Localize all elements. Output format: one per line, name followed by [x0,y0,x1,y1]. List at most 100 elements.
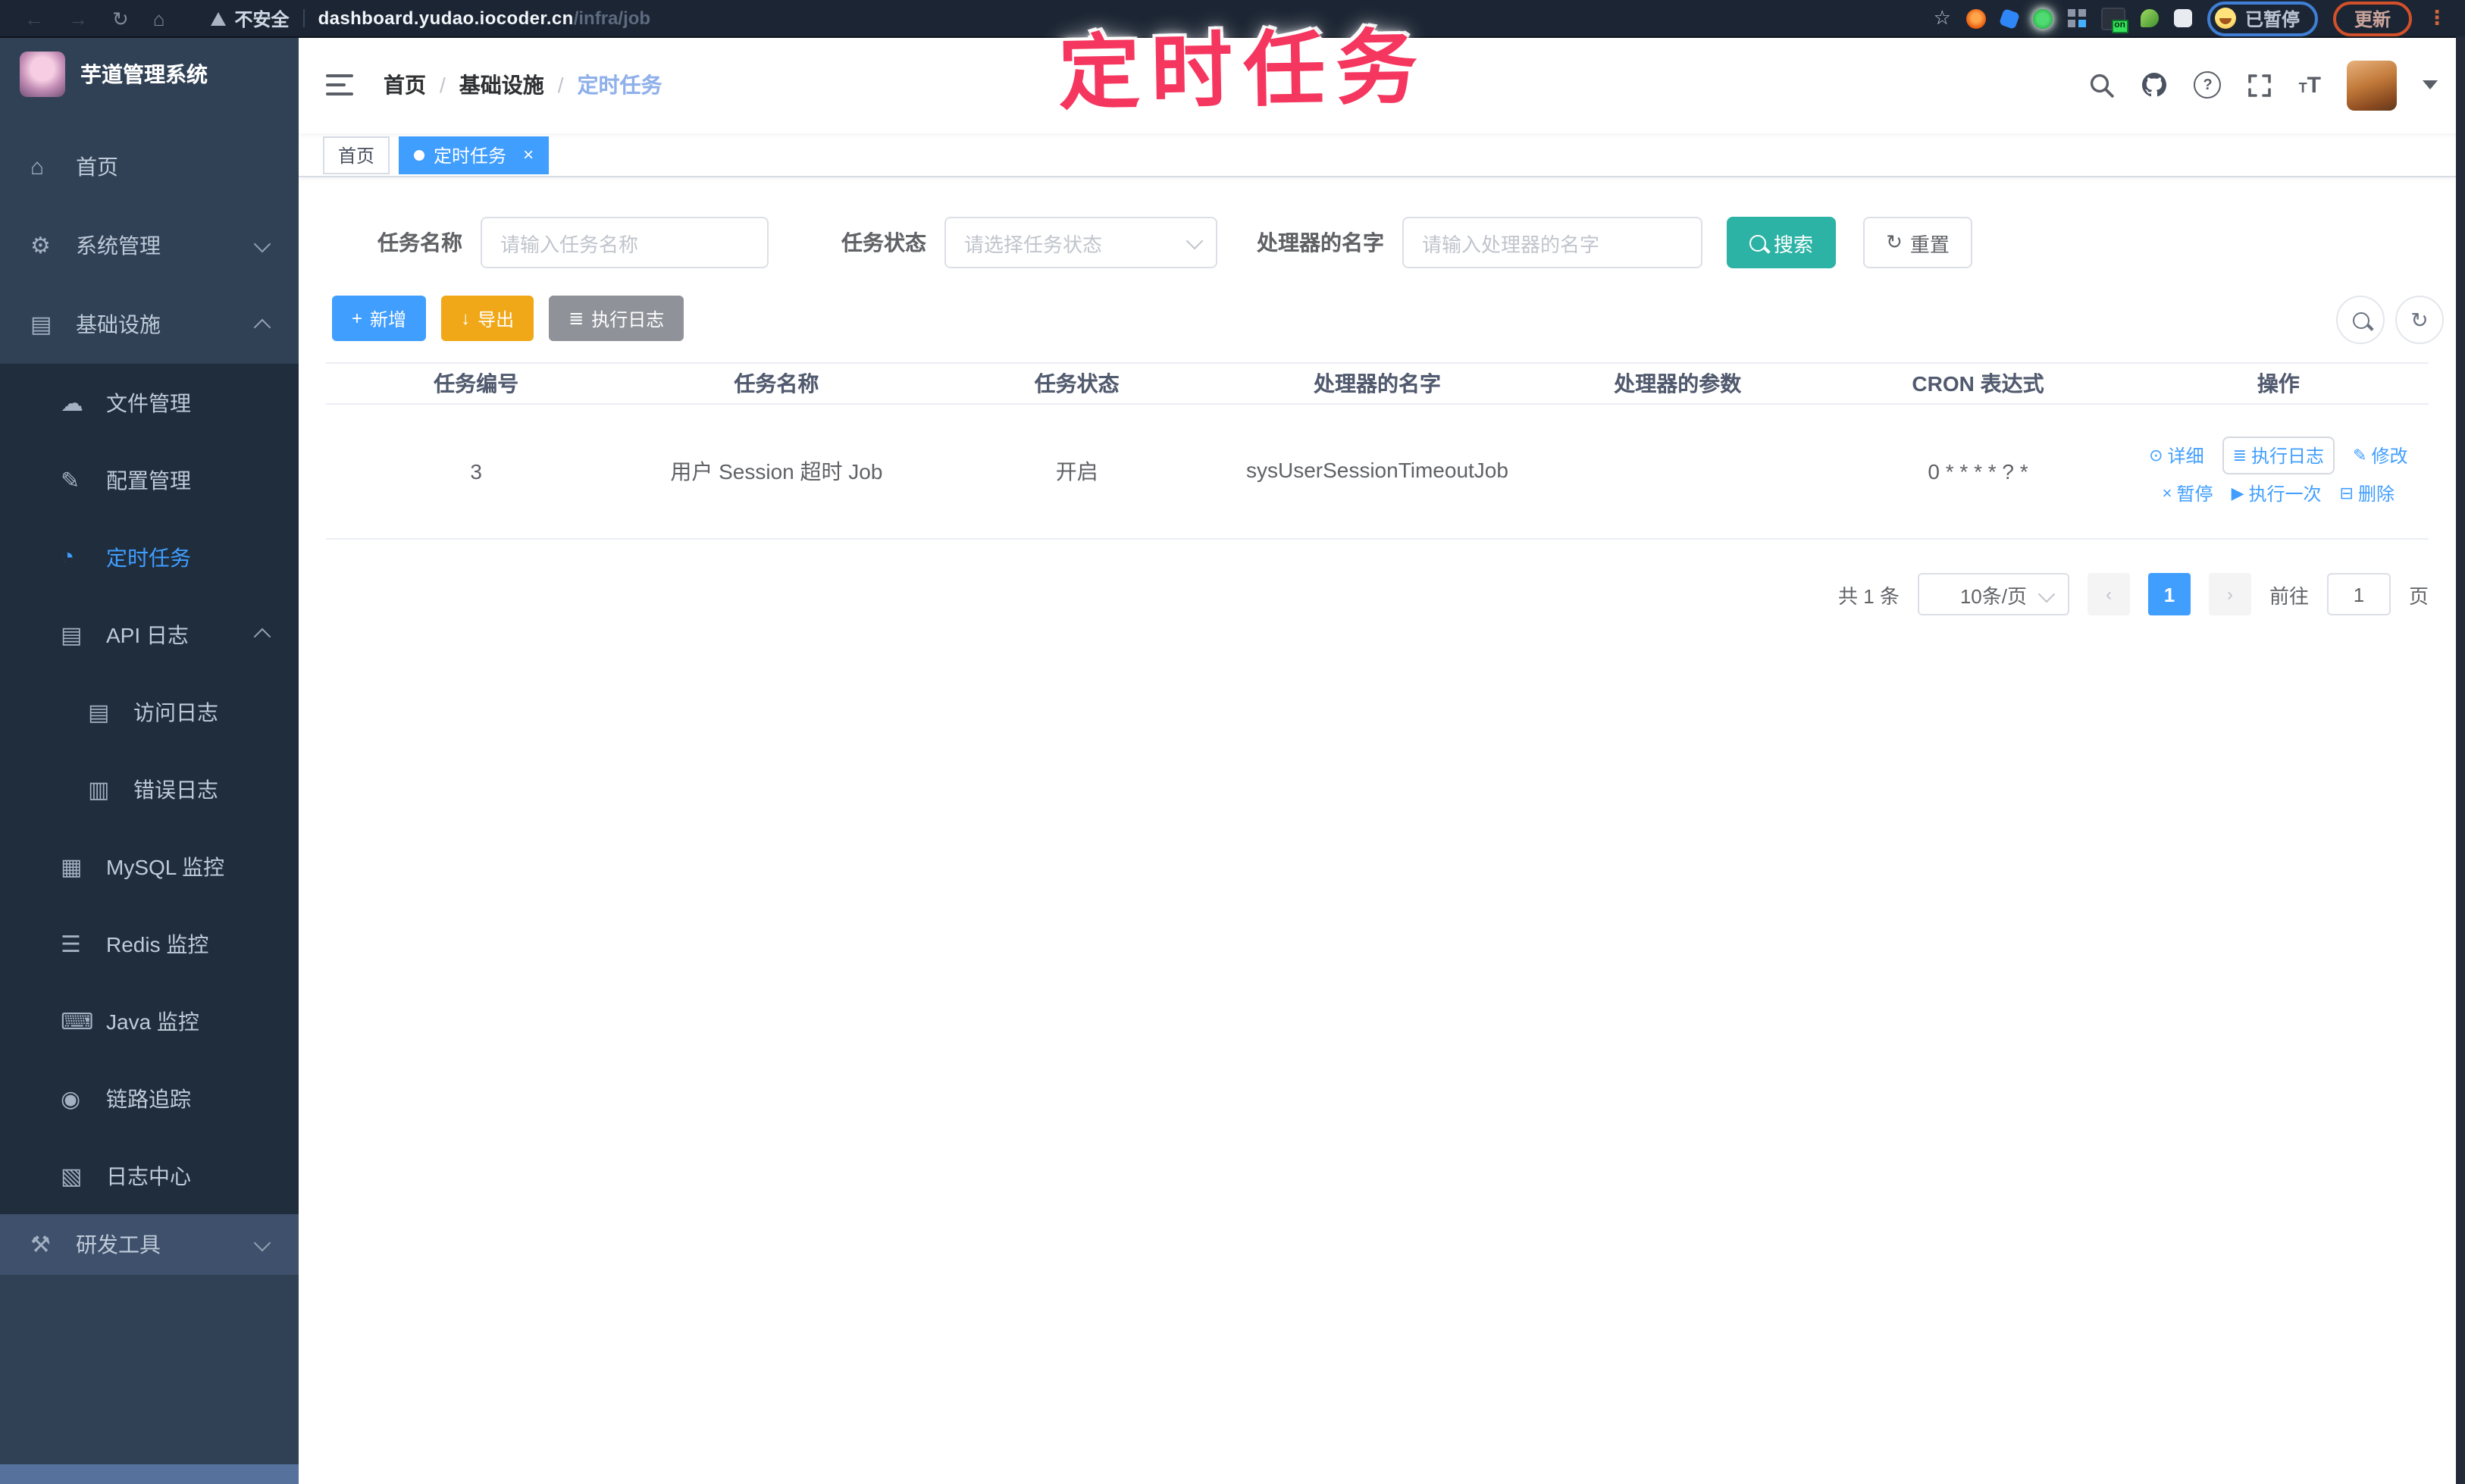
extension-orange-icon[interactable] [1965,8,1986,28]
sidebar-item-label: 研发工具 [76,1232,161,1257]
extension-green-icon[interactable] [2032,8,2053,28]
add-button[interactable]: + 新增 [332,296,427,341]
row-exec-log-link[interactable]: ≣ 执行日志 [2222,437,2335,474]
browser-back-icon[interactable]: ← [24,8,44,28]
export-button[interactable]: ↓ 导出 [441,296,534,341]
list-icon: ≣ [568,308,584,329]
search-icon[interactable] [2090,72,2116,98]
sidebar-item-redis-monitor[interactable]: ☰ Redis 监控 [0,905,299,982]
job-name-label: 任务名称 [377,230,462,255]
sidebar-collapse-icon[interactable] [326,74,353,95]
address-bar[interactable]: 不安全 dashboard.yudao.iocoder.cn/infra/job [210,5,650,31]
run-once-link[interactable]: ▶ 执行一次 [2232,481,2322,506]
pagination: 共 1 条 10条/页 ‹ 1 › 前往 页 [299,573,2429,615]
sidebar-item-api-log[interactable]: ▤ API 日志 [0,596,299,673]
user-avatar[interactable] [2347,60,2397,110]
delete-link[interactable]: ⊟ 删除 [2340,481,2395,506]
column-header: 任务名称 [734,371,819,396]
sidebar-item-mysql-monitor[interactable]: ▦ MySQL 监控 [0,828,299,905]
app-logo [20,52,65,97]
sidebar-item-java-monitor[interactable]: ⌨ Java 监控 [0,982,299,1060]
edit-icon: ✎ [61,468,80,493]
page-unit-label: 页 [2408,584,2429,607]
extension-switch-icon[interactable]: on [2100,7,2128,33]
error-log-icon: ▥ [88,777,110,803]
font-size-icon[interactable]: TT [2299,72,2321,98]
job-status-select[interactable]: 请选择任务状态 [944,217,1217,268]
detail-link[interactable]: ⊙ 详细 [2149,443,2203,468]
search-icon [1749,234,1766,251]
browser-forward-icon[interactable]: → [68,8,88,28]
sidebar-item-scheduled-jobs[interactable]: ◔ 定时任务 [0,518,299,596]
address-divider [302,9,305,27]
chevron-down-icon [2037,585,2056,603]
gear-icon: ⚙ [30,233,51,259]
extension-grid-icon[interactable] [2067,9,2086,27]
sidebar-item-label: MySQL 监控 [106,854,225,878]
fullscreen-icon[interactable] [2247,72,2273,98]
browser-menu-icon[interactable]: ⋮ [2427,6,2447,30]
extensions-puzzle-icon[interactable] [2173,9,2192,27]
browser-update-button[interactable]: 更新 [2332,1,2412,36]
sidebar-item-home[interactable]: ⌂ 首页 [0,127,299,206]
current-page-button[interactable]: 1 [2147,573,2191,615]
sidebar-logo-row[interactable]: 芋道管理系统 [0,36,299,112]
sidebar-item-system-mgmt[interactable]: ⚙ 系统管理 [0,206,299,285]
sidebar-item-label: 基础设施 [76,312,161,337]
help-icon[interactable]: ? [2194,71,2222,99]
breadcrumb-current: 定时任务 [577,73,662,97]
bookmark-star-icon[interactable]: ☆ [1934,6,1951,30]
breadcrumb-item[interactable]: 首页 [384,70,426,100]
browser-home-icon[interactable]: ⌂ [153,8,165,28]
next-page-button[interactable]: › [2208,573,2251,615]
page-size-select[interactable]: 10条/页 [1917,573,2069,615]
chevron-down-icon [253,1233,271,1251]
pen-icon: ✎ [2353,447,2367,465]
handler-name-input[interactable]: 请输入处理器的名字 [1402,217,1702,268]
breadcrumb-item[interactable]: 基础设施 [459,70,544,100]
sidebar-item-log-center[interactable]: ▧ 日志中心 [0,1137,299,1214]
refresh-button[interactable]: ↻ [2395,296,2444,344]
sidebar-item-access-log[interactable]: ▤ 访问日志 [0,673,299,750]
sidebar-item-config-mgmt[interactable]: ✎ 配置管理 [0,441,299,518]
access-log-icon: ▤ [88,700,110,725]
browser-reload-icon[interactable]: ↻ [112,8,129,28]
breadcrumb: 首页 / 基础设施 / 定时任务 [384,70,662,100]
screenshot-root: ← → ↻ ⌂ 不安全 dashboard.yudao.iocoder.cn/i… [0,0,2465,1484]
search-button[interactable]: 搜索 [1727,217,1836,268]
prev-page-button[interactable]: ‹ [2087,573,2130,615]
extension-blue-icon[interactable] [1998,7,2021,30]
job-name-input[interactable]: 请输入任务名称 [481,217,769,268]
reset-button[interactable]: ↻ 重置 [1863,217,1972,268]
cloud-upload-icon: ☁ [61,390,83,416]
monitor-icon: ▤ [30,312,52,338]
exec-log-button[interactable]: ≣ 执行日志 [549,296,684,341]
pause-link[interactable]: × 暂停 [2163,481,2213,506]
github-icon[interactable] [2141,71,2169,99]
edit-link[interactable]: ✎ 修改 [2353,443,2407,468]
trash-icon: ⊟ [2339,485,2354,503]
tab-home[interactable]: 首页 [323,136,390,174]
sidebar-item-error-log[interactable]: ▥ 错误日志 [0,750,299,828]
column-header: 处理器的参数 [1614,371,1742,396]
avatar-caret-icon[interactable] [2423,80,2438,89]
tab-scheduled-jobs[interactable]: 定时任务 × [399,136,550,174]
eye-icon: ⊙ [2149,447,2163,465]
sidebar-item-file-mgmt[interactable]: ☁ 文件管理 [0,364,299,441]
close-icon[interactable]: × [523,146,534,164]
cell-cron: 0 * * * * ? * [1928,459,2028,484]
extension-leaf-icon[interactable] [2140,9,2159,27]
table-header-row: 任务编号 任务名称 任务状态 处理器的名字 处理器的参数 CRON 表达式 操作 [326,362,2429,405]
browser-profile-chip[interactable]: 已暂停 [2207,1,2318,36]
column-header: 处理器的名字 [1313,371,1441,396]
sidebar-item-infrastructure[interactable]: ▤ 基础设施 [0,285,299,364]
toggle-search-button[interactable] [2336,296,2385,344]
breadcrumb-separator: / [440,73,446,97]
goto-page-input[interactable] [2326,573,2391,615]
page-scrollbar[interactable] [2456,36,2465,1484]
search-icon [2352,312,2369,328]
database-icon: ▦ [61,854,83,880]
sidebar-item-trace[interactable]: ◉ 链路追踪 [0,1060,299,1137]
sidebar-item-label: 日志中心 [106,1163,191,1188]
sidebar-item-dev-tools[interactable]: ⚒ 研发工具 [0,1214,299,1275]
